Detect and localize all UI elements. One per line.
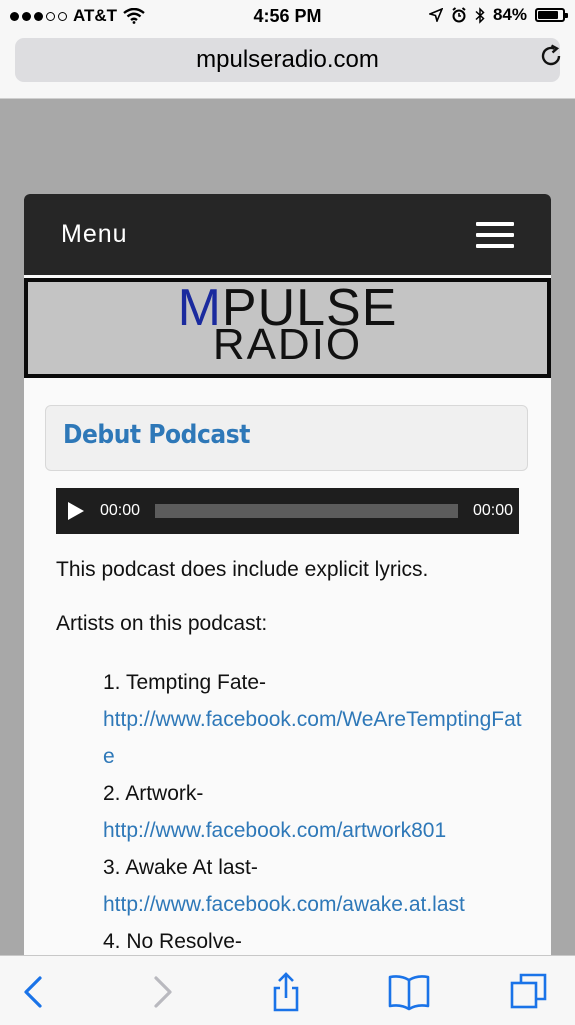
- location-arrow-icon: [428, 8, 443, 22]
- forward-chevron-icon[interactable]: [142, 972, 182, 1012]
- browser-address-area: mpulseradio.com: [0, 34, 575, 99]
- url-text: mpulseradio.com: [196, 46, 379, 73]
- page-content: Menu MPULSE RADIO Debut Podcast 00:00 00…: [24, 194, 551, 964]
- browser-toolbar: [0, 955, 575, 1025]
- artist-name: 2. Artwork-: [103, 782, 204, 805]
- artist-link[interactable]: http://www.facebook.com/WeAreTemptingFat…: [103, 701, 523, 775]
- status-bar: AT&T 4:56 PM 84%: [0, 0, 575, 34]
- site-logo[interactable]: MPULSE RADIO: [24, 278, 551, 378]
- post-title-panel: Debut Podcast: [45, 405, 528, 471]
- back-chevron-icon[interactable]: [14, 972, 54, 1012]
- artists-heading: Artists on this podcast:: [56, 612, 268, 635]
- reload-icon[interactable]: [539, 44, 563, 68]
- share-icon[interactable]: [266, 972, 306, 1012]
- artist-link[interactable]: http://www.facebook.com/artwork801: [103, 812, 523, 849]
- current-time: 00:00: [100, 502, 141, 519]
- site-nav-bar: Menu: [24, 194, 551, 275]
- address-bar[interactable]: mpulseradio.com: [15, 38, 560, 82]
- battery-percent: 84%: [492, 5, 527, 24]
- explicit-notice: This podcast does include explicit lyric…: [56, 558, 429, 581]
- alarm-icon: [452, 7, 466, 23]
- play-button[interactable]: [68, 502, 84, 520]
- post-title[interactable]: Debut Podcast: [63, 420, 250, 450]
- audio-player: 00:00 00:00: [56, 488, 519, 534]
- artist-name: 3. Awake At last-: [103, 856, 258, 879]
- duration: 00:00: [472, 502, 513, 519]
- battery-level: [538, 11, 558, 19]
- tabs-icon[interactable]: [509, 972, 549, 1012]
- bluetooth-icon: [475, 6, 485, 24]
- artist-name: 1. Tempting Fate-: [103, 671, 267, 694]
- artist-list: 1. Tempting Fate- http://www.facebook.co…: [103, 664, 523, 960]
- logo-wordmark-bottom: RADIO: [212, 320, 363, 369]
- artist-link[interactable]: http://www.facebook.com/awake.at.last: [103, 886, 523, 923]
- bookmarks-icon[interactable]: [387, 972, 431, 1012]
- menu-label[interactable]: Menu: [61, 220, 128, 249]
- battery-icon: [535, 8, 568, 22]
- progress-scrubber[interactable]: [155, 504, 458, 518]
- hamburger-menu-icon[interactable]: [476, 222, 514, 248]
- status-icons: 84%: [428, 5, 568, 25]
